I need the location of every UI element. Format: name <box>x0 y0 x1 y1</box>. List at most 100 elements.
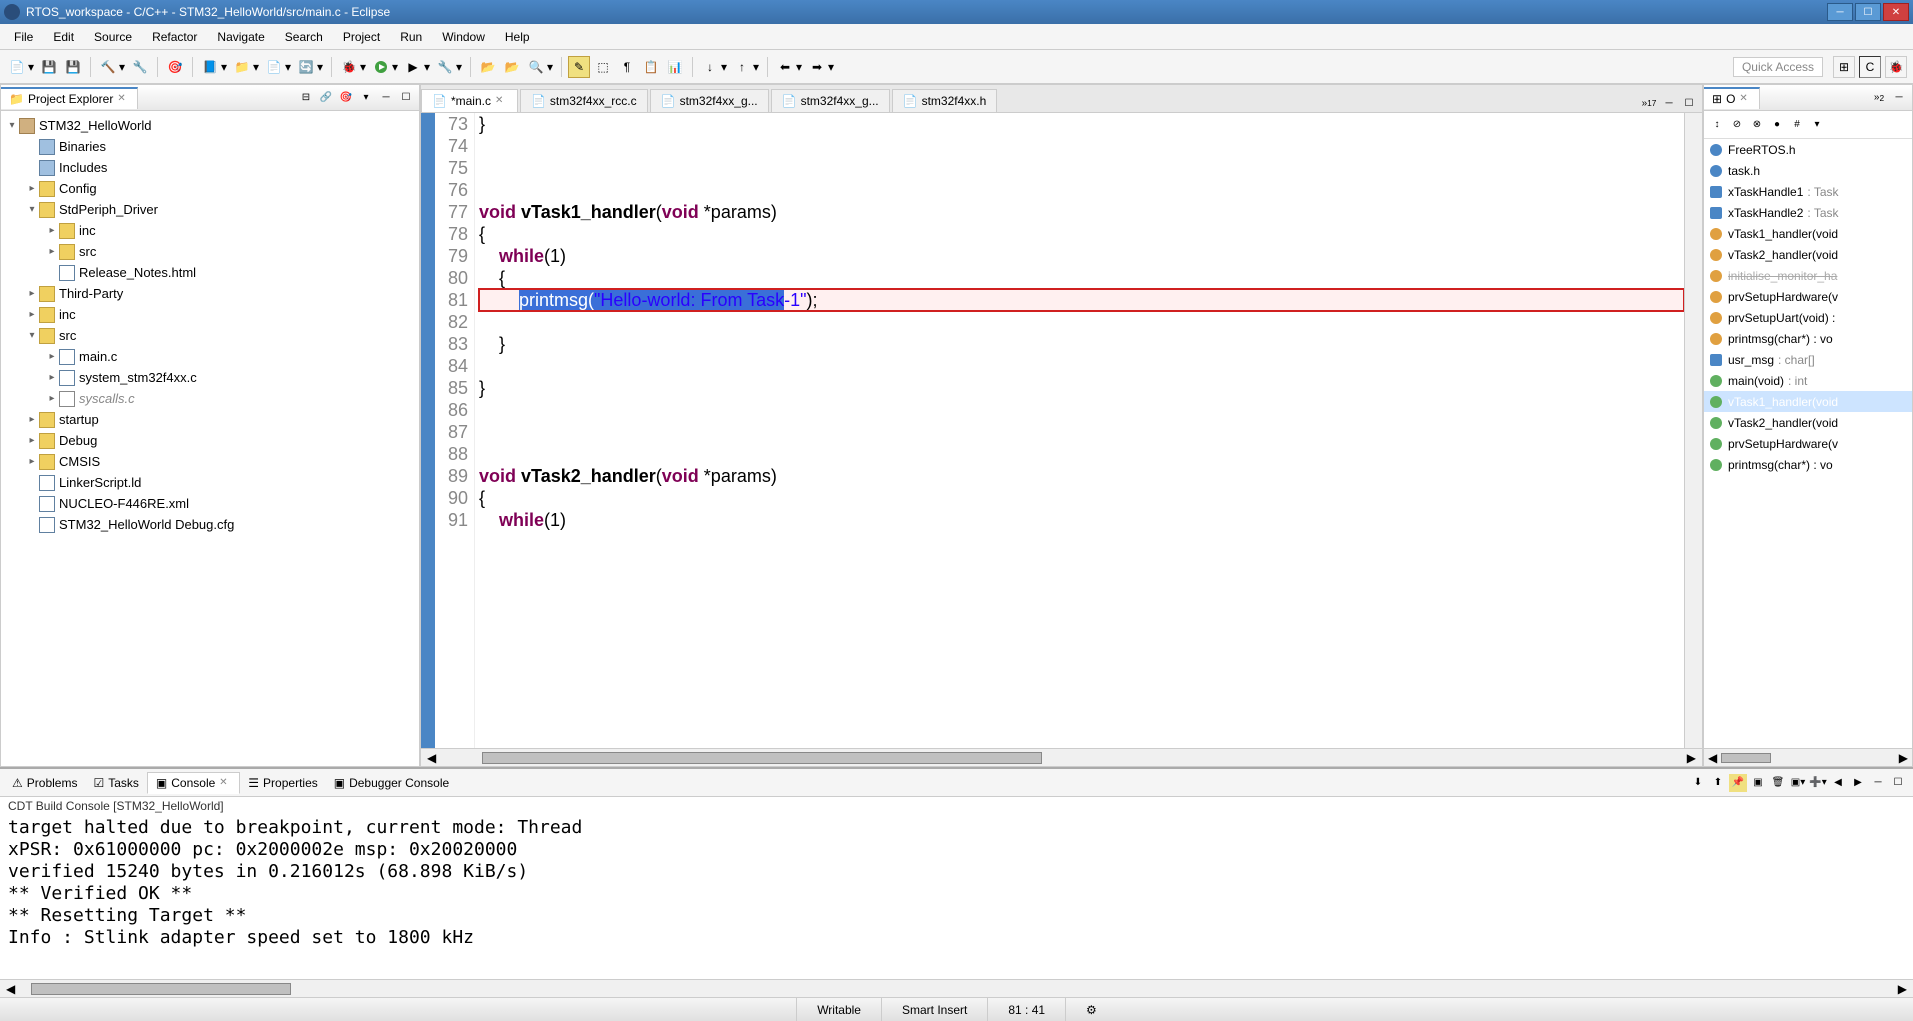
tree-item[interactable]: ▸startup <box>1 409 419 430</box>
outline-item[interactable]: prvSetupHardware(v <box>1704 433 1912 454</box>
tree-item[interactable]: NUCLEO-F446RE.xml <box>1 493 419 514</box>
minimize-editor-button[interactable]: ─ <box>1660 94 1678 112</box>
save-all-button[interactable]: 💾 <box>62 56 84 78</box>
tree-item[interactable]: Release_Notes.html <box>1 262 419 283</box>
tab-properties[interactable]: ☰Properties <box>240 773 325 793</box>
link-editor-button[interactable]: 🔗 <box>317 89 335 107</box>
tab-console[interactable]: ▣Console✕ <box>147 772 240 794</box>
outline-item[interactable]: main(void): int <box>1704 370 1912 391</box>
new-class-button[interactable]: 📘 <box>199 56 221 78</box>
tree-item[interactable]: ▸Debug <box>1 430 419 451</box>
forward-button[interactable]: ➡ <box>806 56 828 78</box>
maximize-view-button[interactable]: ☐ <box>397 89 415 107</box>
menu-help[interactable]: Help <box>495 26 540 48</box>
target-button[interactable]: 🎯 <box>164 56 186 78</box>
hide-nonpublic-button[interactable]: ● <box>1768 116 1786 134</box>
maximize-button[interactable]: ☐ <box>1855 3 1881 21</box>
outline-item[interactable]: xTaskHandle2: Task <box>1704 202 1912 223</box>
hide-fields-button[interactable]: ⊘ <box>1728 116 1746 134</box>
project-tree[interactable]: ▾ STM32_HelloWorld Binaries Includes▸Con… <box>1 111 419 766</box>
minimize-button[interactable]: ─ <box>1827 3 1853 21</box>
tree-item[interactable]: ▸Config <box>1 178 419 199</box>
toggle-breadcrumb-button[interactable]: 📊 <box>664 56 686 78</box>
outline-item[interactable]: task.h <box>1704 160 1912 181</box>
minimize-console-button[interactable]: ─ <box>1869 774 1887 792</box>
tree-item[interactable]: ▸main.c <box>1 346 419 367</box>
code-editor[interactable]: 73747576777879808182838485868788899091 }… <box>421 113 1702 748</box>
code-area[interactable]: }void vTask1_handler(void *params){ whil… <box>475 113 1684 748</box>
outline-item[interactable]: vTask1_handler(void <box>1704 223 1912 244</box>
maximize-editor-button[interactable]: ☐ <box>1680 94 1698 112</box>
tab-problems[interactable]: ⚠Problems <box>4 773 85 793</box>
menu-refactor[interactable]: Refactor <box>142 26 207 48</box>
console-scrollbar[interactable]: ◀▶ <box>0 979 1913 997</box>
scrollbar-thumb[interactable] <box>482 752 1042 764</box>
editor-tab-main[interactable]: 📄 *main.c ✕ <box>421 89 518 112</box>
menu-project[interactable]: Project <box>333 26 390 48</box>
next-annotation-button[interactable]: ↓ <box>699 56 721 78</box>
view-menu-button[interactable]: ▾ <box>1808 116 1826 134</box>
outline-item[interactable]: usr_msg: char[] <box>1704 349 1912 370</box>
debug-perspective-button[interactable]: 🐞 <box>1885 56 1907 78</box>
minimize-view-button[interactable]: ─ <box>1890 89 1908 107</box>
build-button[interactable]: 🔨 <box>97 56 119 78</box>
search-button[interactable]: 🔍 <box>525 56 547 78</box>
maximize-console-button[interactable]: ☐ <box>1889 774 1907 792</box>
menu-file[interactable]: File <box>4 26 43 48</box>
tree-item[interactable]: Includes <box>1 157 419 178</box>
show-up-button[interactable]: ⬆ <box>1709 774 1727 792</box>
display-selected-button[interactable]: ▣ <box>1749 774 1767 792</box>
outline-item[interactable]: printmsg(char*) : vo <box>1704 454 1912 475</box>
minimize-view-button[interactable]: ─ <box>377 89 395 107</box>
highlighted-line[interactable]: printmsg("Hello-world: From Task-1"); <box>479 289 1684 311</box>
tree-item[interactable]: ▸syscalls.c <box>1 388 419 409</box>
tree-item[interactable]: ▸system_stm32f4xx.c <box>1 367 419 388</box>
focus-task-button[interactable]: 🎯 <box>337 89 355 107</box>
sort-button[interactable]: ↕ <box>1708 116 1726 134</box>
scroll-lock-button[interactable]: ⬇ <box>1689 774 1707 792</box>
editor-tab-rcc[interactable]: 📄stm32f4xx_rcc.c <box>520 89 648 112</box>
tree-item[interactable]: ▸CMSIS <box>1 451 419 472</box>
status-build-icon[interactable]: ⚙ <box>1065 998 1117 1021</box>
outline-item[interactable]: prvSetupHardware(v <box>1704 286 1912 307</box>
save-button[interactable]: 💾 <box>38 56 60 78</box>
outline-item[interactable]: vTask2_handler(void <box>1704 244 1912 265</box>
editor-tab-g1[interactable]: 📄stm32f4xx_g... <box>650 89 769 112</box>
hide-static-button[interactable]: ⊗ <box>1748 116 1766 134</box>
tree-item[interactable]: ▾StdPeriph_Driver <box>1 199 419 220</box>
outline-item[interactable]: vTask1_handler(void <box>1704 391 1912 412</box>
tab-outline[interactable]: ⊞ O ✕ <box>1704 87 1760 109</box>
tree-item[interactable]: ▾src <box>1 325 419 346</box>
new-source-button[interactable]: 📄 <box>263 56 285 78</box>
next-build-button[interactable]: ▶ <box>1849 774 1867 792</box>
tree-item[interactable]: ▸inc <box>1 220 419 241</box>
tree-item[interactable]: ▸src <box>1 241 419 262</box>
previous-build-button[interactable]: ◀ <box>1829 774 1847 792</box>
outline-item[interactable]: initialise_monitor_ha <box>1704 265 1912 286</box>
show-whitespace-button[interactable]: ¶ <box>616 56 638 78</box>
cpp-perspective-button[interactable]: C <box>1859 56 1881 78</box>
tab-project-explorer[interactable]: 📁 Project Explorer ✕ <box>1 87 138 109</box>
new-button[interactable]: 📄 <box>6 56 28 78</box>
run-button[interactable] <box>370 56 392 78</box>
outline-list[interactable]: FreeRTOS.htask.hxTaskHandle1: TaskxTaskH… <box>1704 139 1912 748</box>
open-task-button[interactable]: 📂 <box>501 56 523 78</box>
prev-annotation-button[interactable]: ↑ <box>731 56 753 78</box>
outline-item[interactable]: printmsg(char*) : vo <box>1704 328 1912 349</box>
tab-tasks[interactable]: ☑Tasks <box>85 773 146 793</box>
overflow-button[interactable]: »2 <box>1870 89 1888 107</box>
group-includes-button[interactable]: # <box>1788 116 1806 134</box>
clear-console-button[interactable]: 🗑 <box>1769 774 1787 792</box>
tree-project-root[interactable]: ▾ STM32_HelloWorld <box>1 115 419 136</box>
open-perspective-button[interactable]: ⊞ <box>1833 56 1855 78</box>
outline-scrollbar[interactable]: ◀▶ <box>1704 748 1912 766</box>
show-list-button[interactable]: »17 <box>1640 94 1658 112</box>
tree-item[interactable]: Binaries <box>1 136 419 157</box>
new-folder-button[interactable]: 📁 <box>231 56 253 78</box>
close-icon[interactable]: ✕ <box>117 93 129 105</box>
menu-source[interactable]: Source <box>84 26 142 48</box>
horizontal-scrollbar[interactable]: ◀ ▶ <box>421 748 1702 766</box>
menu-run[interactable]: Run <box>390 26 432 48</box>
new-console-button[interactable]: ➕▾ <box>1809 774 1827 792</box>
tree-item[interactable]: ▸Third-Party <box>1 283 419 304</box>
